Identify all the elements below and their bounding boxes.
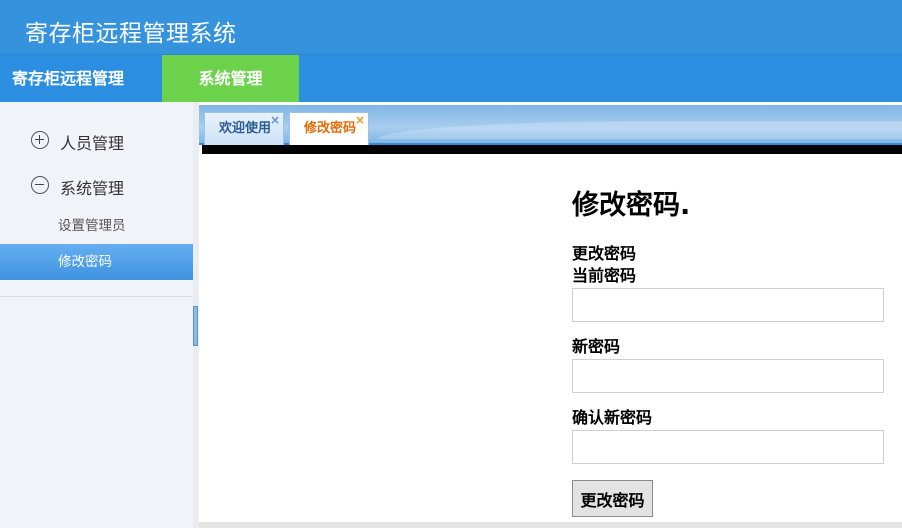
- close-icon[interactable]: ×: [355, 105, 365, 136]
- tab-content-border: [202, 145, 902, 154]
- sidebar-item-change-password[interactable]: 修改密码: [0, 244, 193, 280]
- page-title: 修改密码.: [572, 190, 691, 221]
- tab-label: 修改密码: [304, 121, 357, 136]
- nav-tab-system-management[interactable]: 系统管理: [162, 55, 299, 102]
- tab-change-password[interactable]: 修改密码 ×: [289, 112, 369, 145]
- current-password-label: 当前密码: [572, 266, 637, 285]
- splitter-handle[interactable]: [193, 306, 198, 346]
- sidebar-group-label: 人员管理: [60, 134, 125, 153]
- sidebar-group-label: 系统管理: [60, 179, 125, 198]
- content-panel: 欢迎使用 × 修改密码 × 修改密码. 更改密码 当前密码 新密码 确认新密码 …: [199, 105, 902, 528]
- close-icon[interactable]: ×: [270, 105, 280, 136]
- nav-tab-locker-management[interactable]: 寄存柜远程管理: [0, 55, 162, 102]
- top-nav: 寄存柜远程管理 系统管理: [0, 55, 902, 102]
- confirm-password-field[interactable]: [572, 430, 884, 464]
- change-password-button[interactable]: 更改密码: [572, 480, 653, 517]
- new-password-label: 新密码: [572, 337, 621, 356]
- sidebar-group-personnel[interactable]: 人员管理: [0, 122, 193, 158]
- form-subheading: 更改密码: [572, 244, 637, 263]
- tabs-header: 欢迎使用 × 修改密码 ×: [199, 105, 902, 145]
- horizontal-scrollbar[interactable]: [199, 522, 902, 528]
- minus-circle-icon: [31, 176, 49, 194]
- new-password-field[interactable]: [572, 359, 884, 393]
- header-decoration: [379, 121, 902, 139]
- app-title: 寄存柜远程管理系统: [25, 21, 237, 47]
- title-bar: 寄存柜远程管理系统: [0, 0, 902, 55]
- sidebar-item-set-admin[interactable]: 设置管理员: [0, 208, 193, 244]
- confirm-password-label: 确认新密码: [572, 408, 653, 427]
- sidebar-group-system[interactable]: 系统管理: [0, 167, 193, 203]
- tab-welcome[interactable]: 欢迎使用 ×: [204, 112, 284, 145]
- sidebar: 人员管理 系统管理 设置管理员 修改密码: [0, 102, 193, 528]
- current-password-field[interactable]: [572, 288, 884, 322]
- plus-circle-icon: [31, 131, 49, 149]
- sidebar-divider: [0, 296, 193, 297]
- change-password-form: 修改密码. 更改密码 当前密码 新密码 确认新密码 更改密码: [572, 183, 892, 517]
- tab-label: 欢迎使用: [219, 121, 272, 136]
